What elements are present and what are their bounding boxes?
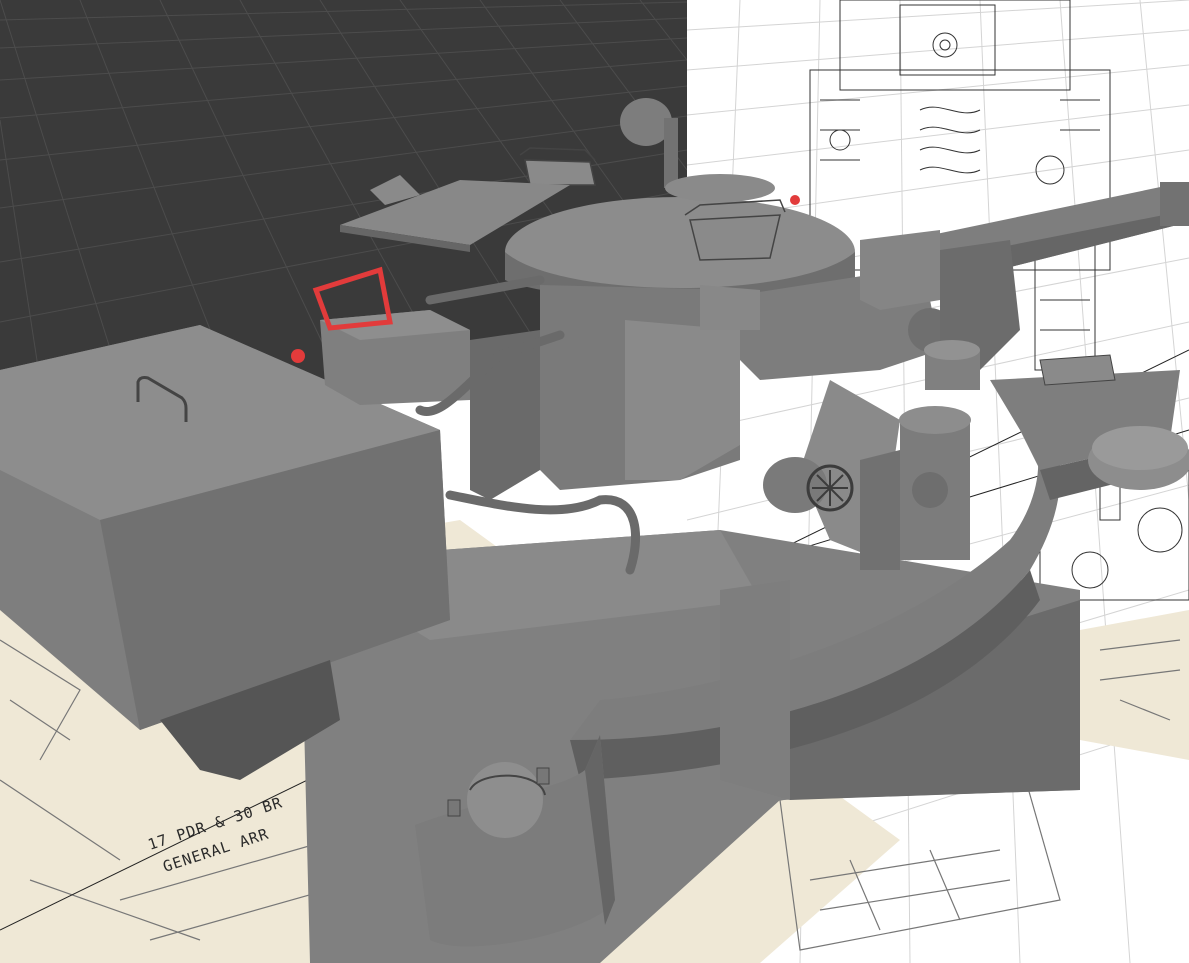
viewport-scene[interactable]: 17 PDR & 30 BR GENERAL ARR	[0, 0, 1189, 963]
3d-viewport[interactable]: 17 PDR & 30 BR GENERAL ARR	[0, 0, 1189, 963]
periscope-right[interactable]	[1088, 426, 1189, 490]
vision-block-3[interactable]	[1039, 354, 1116, 386]
